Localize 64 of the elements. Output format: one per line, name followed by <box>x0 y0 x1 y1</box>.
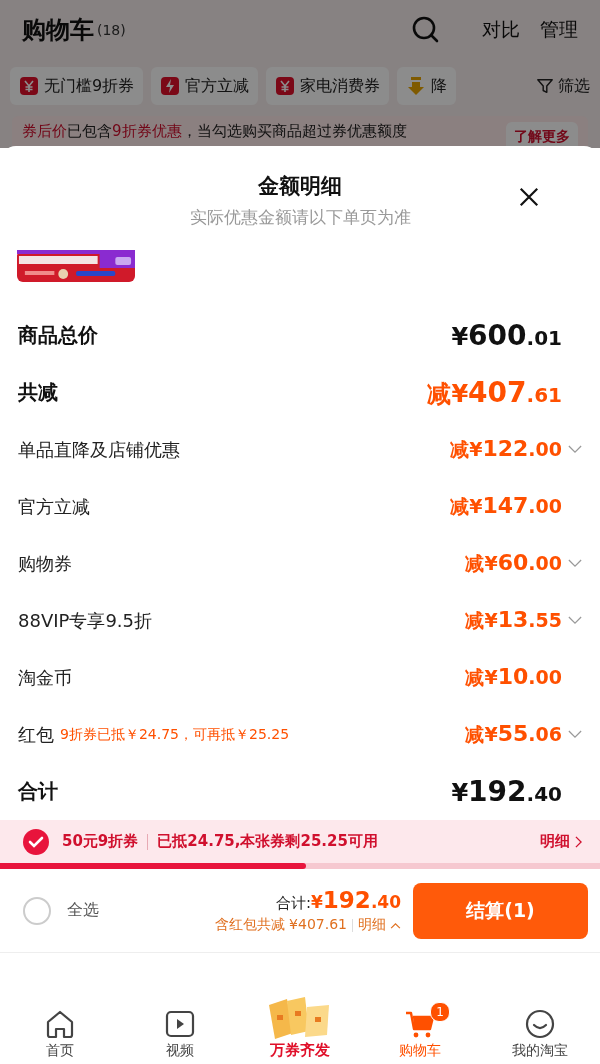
checked-icon[interactable] <box>22 827 50 856</box>
tab-label[interactable]: 视频 <box>166 1042 194 1060</box>
filter-chip[interactable]: 无门槛9折券 <box>10 67 144 105</box>
amount-value: 减¥10.00 <box>465 664 562 691</box>
select-all-label[interactable]: 全选 <box>67 900 99 921</box>
coupon-status: 已抵24.75,本张券剩25.25可用 <box>157 832 378 851</box>
amount-value: 减¥60.00 <box>465 550 562 577</box>
total-value: ¥192.40 <box>311 892 401 912</box>
select-all-radio[interactable] <box>22 895 52 926</box>
amount-label: 官方立减 <box>18 494 90 519</box>
header-action[interactable]: 对比 <box>482 17 520 43</box>
cart-badge: 1 <box>430 1002 450 1022</box>
tab-label[interactable]: 万券齐发 <box>270 1041 330 1060</box>
tab-label[interactable]: 首页 <box>46 1042 74 1060</box>
detail-link[interactable]: 明细 <box>358 916 386 934</box>
amount-value: 减¥13.55 <box>465 607 562 634</box>
saving-text: 含红包共减 ¥407.61 <box>214 916 347 934</box>
filter-chip[interactable]: 降 <box>397 67 457 105</box>
home-icon[interactable] <box>44 1008 76 1040</box>
filter-icon <box>536 77 554 95</box>
detail-link[interactable]: 明细 <box>540 832 570 851</box>
tab-label[interactable]: 我的淘宝 <box>512 1042 568 1060</box>
item-count: (18) <box>97 22 126 38</box>
close-icon[interactable] <box>518 186 540 208</box>
amount-value: 减¥122.00 <box>450 436 562 463</box>
lightning-icon <box>160 76 181 96</box>
chevron-down-icon[interactable] <box>568 559 582 568</box>
amount-value: 减¥55.06 <box>465 721 562 748</box>
discount-note: 9折券已抵￥24.75，可再抵￥25.25 <box>60 725 290 744</box>
notice-text: 券后价已包含9折券优惠，当勾选购买商品超过券优惠额度 <box>22 122 407 141</box>
smiley-icon[interactable] <box>524 1008 556 1040</box>
amount-label: 淘金币 <box>18 665 72 690</box>
chevron-down-icon[interactable] <box>568 445 582 454</box>
coupon-icon <box>19 76 39 96</box>
chevron-down-icon[interactable] <box>568 730 582 739</box>
checkout-button[interactable]: 结算(1) <box>413 882 588 939</box>
learn-more-button[interactable]: 了解更多 <box>506 122 578 148</box>
amount-value: ¥192.40 <box>451 775 562 808</box>
page-title: 购物车 <box>22 15 94 46</box>
filter-chip[interactable]: 官方立减 <box>151 67 259 105</box>
amount-label: 红包 <box>18 722 54 747</box>
amount-value: 减¥147.00 <box>450 493 562 520</box>
search-icon[interactable] <box>412 16 440 44</box>
down-arrow-icon <box>406 76 427 96</box>
coupon-name: 50元9折券 <box>62 832 139 851</box>
amount-label: 合计 <box>18 778 58 805</box>
caret-up-icon[interactable] <box>390 921 401 929</box>
sheet-title: 金额明细 <box>258 173 342 200</box>
video-icon[interactable] <box>164 1008 196 1040</box>
total-label: 合计: <box>275 894 311 912</box>
amount-label: 单品直降及店铺优惠 <box>18 437 180 462</box>
amount-value: ¥600.01 <box>451 319 562 352</box>
amount-label: 共减 <box>18 379 58 406</box>
sheet-subtitle: 实际优惠金额请以下单页为准 <box>188 206 412 229</box>
header-action[interactable]: 管理 <box>540 17 578 43</box>
filter-chip[interactable]: 家电消费券 <box>266 67 390 105</box>
amount-value: 减¥407.61 <box>427 375 562 410</box>
tab-label[interactable]: 购物车 <box>399 1042 441 1060</box>
chevron-right-icon[interactable] <box>575 835 582 848</box>
amount-label: 88VIP专享9.5折 <box>18 608 152 633</box>
amount-label: 商品总价 <box>18 322 98 349</box>
amount-label: 购物券 <box>18 551 72 576</box>
chevron-down-icon[interactable] <box>568 616 582 625</box>
coupon-icon <box>275 76 296 96</box>
